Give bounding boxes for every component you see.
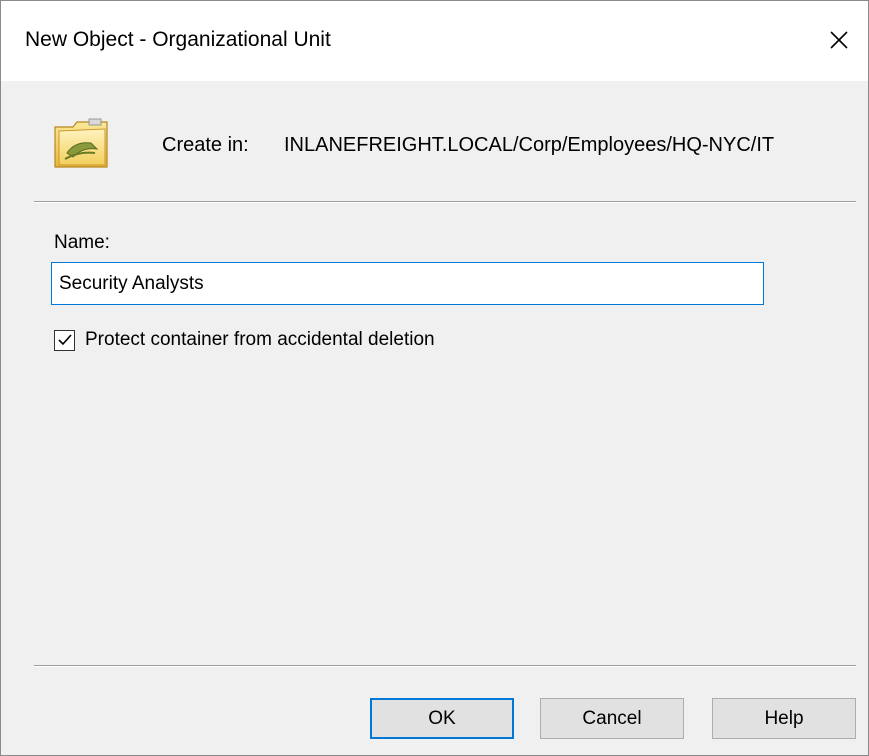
name-input[interactable]: [51, 262, 764, 305]
separator-top: [34, 201, 856, 203]
create-in-label: Create in:: [162, 134, 249, 156]
checkmark-icon: [57, 334, 72, 346]
organizational-unit-folder-icon: [54, 118, 108, 168]
protect-from-deletion-checkbox[interactable]: [54, 329, 75, 351]
help-button[interactable]: Help: [712, 698, 856, 739]
ok-button[interactable]: OK: [370, 698, 514, 739]
dialog-window: New Object - Organizational Unit Create …: [0, 0, 869, 756]
close-icon: [830, 31, 848, 49]
create-in-path: INLANEFREIGHT.LOCAL/Corp/Employees/HQ-NY…: [284, 134, 775, 156]
protect-from-deletion-checkbox-row[interactable]: Protect container from accidental deleti…: [54, 329, 435, 351]
title-bar[interactable]: New Object - Organizational Unit: [1, 1, 868, 81]
close-button[interactable]: [810, 1, 868, 79]
cancel-button[interactable]: Cancel: [540, 698, 684, 739]
separator-bottom: [34, 665, 856, 667]
protect-from-deletion-label: Protect container from accidental deleti…: [85, 329, 435, 350]
window-title: New Object - Organizational Unit: [25, 28, 331, 51]
name-label: Name:: [54, 232, 110, 253]
